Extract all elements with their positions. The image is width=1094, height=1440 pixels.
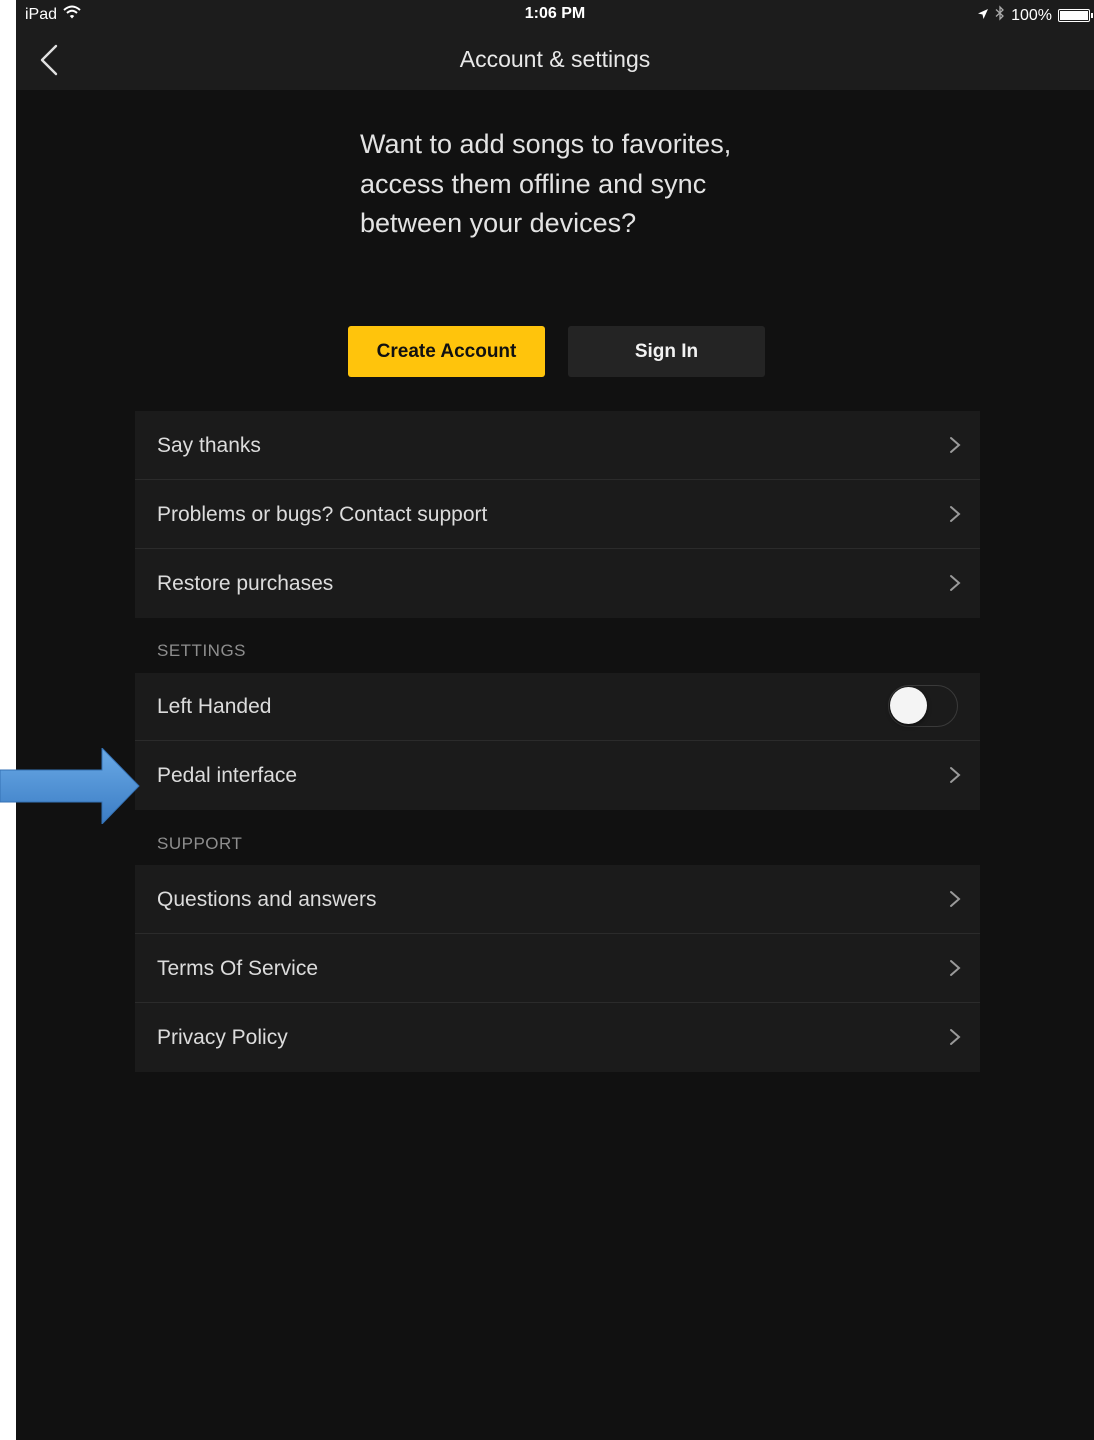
- list-item-say-thanks[interactable]: Say thanks: [135, 411, 980, 480]
- list-item-restore-purchases[interactable]: Restore purchases: [135, 549, 980, 618]
- chevron-right-icon: [950, 575, 961, 591]
- location-arrow-icon: [977, 7, 989, 25]
- list-item-label: Left Handed: [157, 695, 272, 718]
- battery-percent: 100%: [1011, 6, 1052, 24]
- chevron-right-icon: [950, 1029, 961, 1045]
- chevron-right-icon: [950, 960, 961, 976]
- settings-list: Left Handed Pedal interface: [135, 673, 980, 810]
- left-handed-toggle[interactable]: [888, 685, 958, 727]
- chevron-right-icon: [950, 891, 961, 907]
- list-item-label: Say thanks: [157, 434, 261, 457]
- list-item-label: Questions and answers: [157, 888, 377, 911]
- chevron-right-icon: [950, 437, 961, 453]
- status-bar: iPad 1:06 PM 100%: [16, 0, 1094, 30]
- list-item-contact-support[interactable]: Problems or bugs? Contact support: [135, 480, 980, 549]
- list-item-label: Problems or bugs? Contact support: [157, 503, 488, 526]
- list-item-label: Restore purchases: [157, 572, 334, 595]
- annotation-arrow-icon: [0, 748, 140, 824]
- status-right: 100%: [977, 5, 1093, 26]
- list-item-pedal-interface[interactable]: Pedal interface: [135, 741, 980, 810]
- list-item-privacy-policy[interactable]: Privacy Policy: [135, 1003, 980, 1072]
- list-item-questions-and-answers[interactable]: Questions and answers: [135, 865, 980, 934]
- settings-section-header: SETTINGS: [157, 641, 247, 660]
- nav-bar: Account & settings: [16, 30, 1094, 90]
- account-list: Say thanks Problems or bugs? Contact sup…: [135, 411, 980, 618]
- bluetooth-icon: [995, 5, 1005, 26]
- promo-text: Want to add songs to favorites, access t…: [360, 129, 732, 238]
- list-item-label: Pedal interface: [157, 764, 298, 787]
- app-screen: iPad 1:06 PM 100% Account & settings Wan…: [16, 0, 1094, 1440]
- list-item-label: Privacy Policy: [157, 1026, 288, 1049]
- page-title: Account & settings: [459, 46, 651, 72]
- status-time: 1:06 PM: [524, 5, 586, 22]
- list-item-left-handed: Left Handed: [135, 673, 980, 741]
- chevron-right-icon: [950, 767, 961, 783]
- create-account-button[interactable]: Create Account: [348, 326, 545, 377]
- toggle-knob: [890, 687, 927, 724]
- list-item-label: Terms Of Service: [157, 957, 319, 980]
- support-section-header: SUPPORT: [157, 834, 243, 853]
- list-item-terms-of-service[interactable]: Terms Of Service: [135, 934, 980, 1003]
- chevron-right-icon: [950, 506, 961, 522]
- support-list: Questions and answers Terms Of Service P…: [135, 865, 980, 1072]
- battery-icon: [1058, 9, 1093, 22]
- sign-in-button[interactable]: Sign In: [568, 326, 765, 377]
